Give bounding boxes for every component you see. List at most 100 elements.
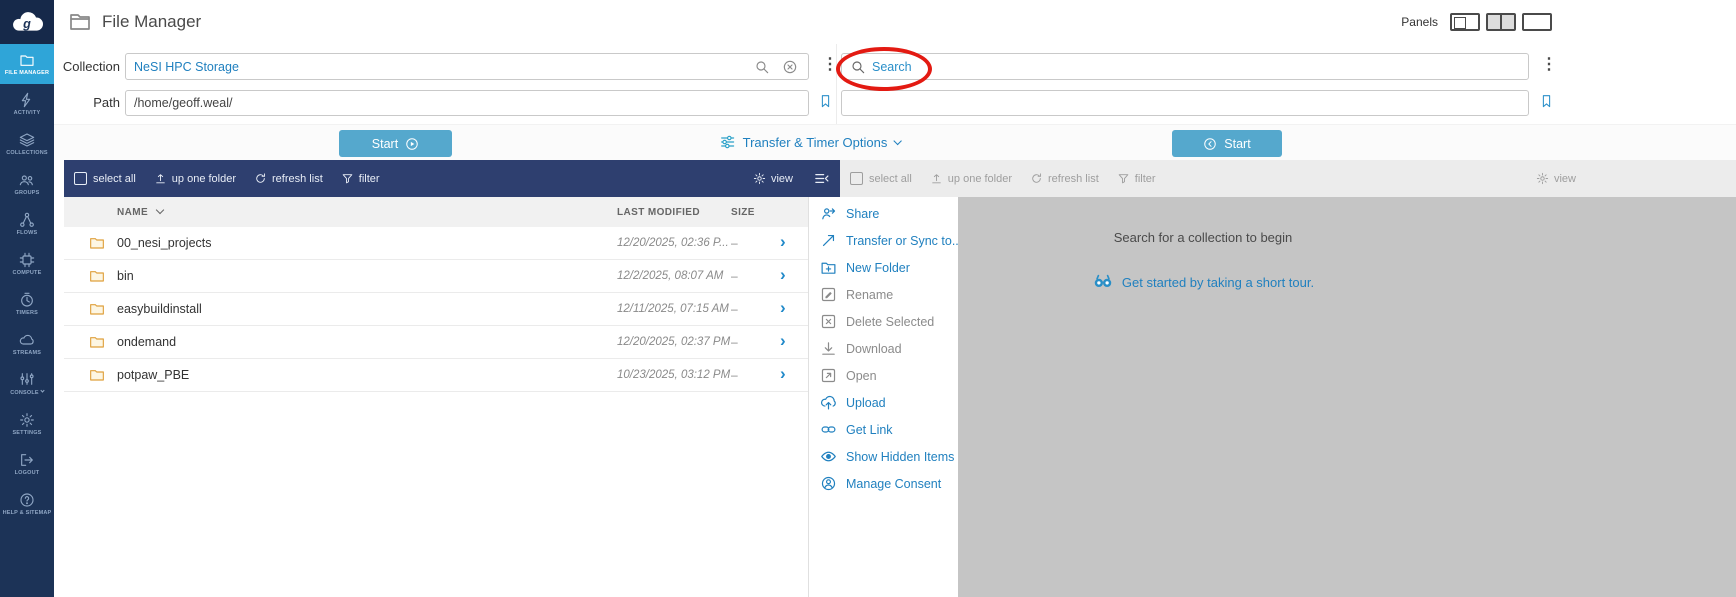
table-row[interactable]: bin 12/2/2025, 08:07 AM – ›: [64, 260, 808, 293]
upload-menu-item[interactable]: Upload: [809, 389, 958, 416]
name-column-header[interactable]: NAME: [117, 207, 148, 218]
consent-icon: [821, 476, 836, 491]
panel-layout-single-button[interactable]: [1450, 13, 1480, 31]
start-transfer-left-button[interactable]: Start: [339, 130, 452, 157]
size-column-header[interactable]: SIZE: [731, 207, 755, 218]
search-input[interactable]: [841, 53, 1529, 80]
manage-consent-menu-item[interactable]: Manage Consent: [809, 470, 958, 497]
folder-icon: [90, 271, 104, 282]
file-name[interactable]: potpaw_PBE: [117, 368, 189, 382]
filter-button[interactable]: filter: [1117, 172, 1156, 185]
share-menu-item[interactable]: Share: [809, 200, 958, 227]
link-icon: [821, 426, 836, 433]
globus-logo-icon[interactable]: g: [0, 0, 54, 44]
sidebar-item-compute[interactable]: COMPUTE: [0, 244, 54, 284]
table-row[interactable]: potpaw_PBE 10/23/2025, 03:12 PM – ›: [64, 359, 808, 392]
file-size: –: [731, 302, 738, 316]
path-input[interactable]: [125, 90, 809, 116]
search-icon[interactable]: [850, 59, 866, 75]
open-menu-item[interactable]: Open: [809, 362, 958, 389]
transfer-or-sync-menu-item[interactable]: Transfer or Sync to...: [809, 227, 962, 254]
clear-collection-icon[interactable]: [782, 59, 798, 75]
sidebar-item-label: LOGOUT: [14, 469, 40, 476]
tour-link[interactable]: Get started by taking a short tour.: [1122, 275, 1314, 290]
path-label: Path: [93, 95, 120, 110]
select-all-label[interactable]: select all: [869, 173, 912, 185]
filter-button[interactable]: filter: [341, 172, 380, 185]
panel-toolbars: select all up one folder refresh list fi…: [54, 160, 1736, 197]
folder-icon: [90, 337, 104, 348]
file-name[interactable]: easybuildinstall: [117, 302, 202, 316]
sidebar-item-activity[interactable]: ACTIVITY: [0, 84, 54, 124]
modified-column-header[interactable]: LAST MODIFIED: [617, 207, 700, 218]
flows-icon: [20, 212, 34, 227]
chevron-down-icon: [40, 388, 45, 393]
table-row[interactable]: easybuildinstall 12/11/2025, 07:15 AM – …: [64, 293, 808, 326]
chevron-right-icon[interactable]: ›: [780, 232, 786, 252]
sort-chevron-icon[interactable]: [155, 205, 165, 215]
collections-icon: [19, 132, 35, 147]
file-name[interactable]: ondemand: [117, 335, 176, 349]
select-all-label[interactable]: select all: [93, 173, 136, 185]
delete-selected-menu-item[interactable]: Delete Selected: [809, 308, 958, 335]
refresh-list-button[interactable]: refresh list: [254, 172, 323, 185]
view-button[interactable]: view: [1536, 172, 1576, 185]
sidebar-item-settings[interactable]: SETTINGS: [0, 404, 54, 444]
panels-label: Panels: [1401, 15, 1438, 29]
table-header: NAME LAST MODIFIED SIZE: [64, 197, 808, 227]
collapse-panel-icon[interactable]: [813, 170, 830, 187]
sidebar-item-streams[interactable]: STREAMS: [0, 324, 54, 364]
panel-content: NAME LAST MODIFIED SIZE 00_nesi_projects…: [54, 197, 1736, 597]
collection-input[interactable]: [125, 53, 809, 80]
sidebar-item-console[interactable]: CONSOLE: [0, 364, 54, 404]
path-input-right[interactable]: [841, 90, 1529, 116]
up-one-folder-button[interactable]: up one folder: [154, 172, 236, 185]
bookmark-icon[interactable]: [1539, 92, 1554, 110]
show-hidden-items-menu-item[interactable]: Show Hidden Items: [809, 443, 958, 470]
upload-icon: [820, 395, 836, 410]
select-all-checkbox[interactable]: [850, 172, 863, 185]
start-transfer-right-button[interactable]: Start: [1172, 130, 1282, 157]
rename-icon: [821, 287, 836, 302]
get-link-menu-item[interactable]: Get Link: [809, 416, 958, 443]
table-row[interactable]: 00_nesi_projects 12/20/2025, 02:36 P... …: [64, 227, 808, 260]
left-collection-controls: Collection ⋮ Path: [54, 44, 838, 124]
panel-layout-split-button[interactable]: [1486, 13, 1516, 31]
tour-icon: [1094, 274, 1112, 288]
timers-icon: [21, 292, 33, 307]
sidebar-item-label: ACTIVITY: [13, 109, 41, 116]
folder-icon: [90, 370, 104, 381]
file-name[interactable]: bin: [117, 269, 134, 283]
search-icon[interactable]: [754, 59, 770, 75]
select-all-checkbox[interactable]: [74, 172, 87, 185]
chevron-right-icon[interactable]: ›: [780, 298, 786, 318]
view-button[interactable]: view: [753, 172, 793, 185]
chevron-down-icon: [893, 136, 902, 145]
bookmark-icon[interactable]: [818, 92, 833, 110]
up-one-folder-icon: [156, 174, 165, 184]
sidebar-item-label: FLOWS: [16, 229, 38, 236]
collection-options-menu-icon[interactable]: ⋮: [1541, 57, 1557, 73]
chevron-right-icon[interactable]: ›: [780, 364, 786, 384]
table-row[interactable]: ondemand 12/20/2025, 02:37 PM – ›: [64, 326, 808, 359]
sidebar-item-help-sitemap[interactable]: HELP & SITEMAP: [0, 484, 54, 524]
up-one-folder-button[interactable]: up one folder: [930, 172, 1012, 185]
rename-menu-item[interactable]: Rename: [809, 281, 958, 308]
chevron-right-icon[interactable]: ›: [780, 331, 786, 351]
transfer-timer-options-button[interactable]: Transfer & Timer Options: [720, 134, 902, 150]
sidebar-item-logout[interactable]: LOGOUT: [0, 444, 54, 484]
new-folder-menu-item[interactable]: New Folder: [809, 254, 958, 281]
sidebar-item-file-manager[interactable]: FILE MANAGER: [0, 44, 54, 84]
arrow-left-circle-icon: [1204, 137, 1217, 150]
sidebar-item-timers[interactable]: TIMERS: [0, 284, 54, 324]
sidebar-item-flows[interactable]: FLOWS: [0, 204, 54, 244]
panel-layout-full-button[interactable]: [1522, 13, 1552, 31]
sidebar-item-groups[interactable]: GROUPS: [0, 164, 54, 204]
refresh-list-button[interactable]: refresh list: [1030, 172, 1099, 185]
download-menu-item[interactable]: Download: [809, 335, 958, 362]
sidebar-item-collections[interactable]: COLLECTIONS: [0, 124, 54, 164]
chevron-right-icon[interactable]: ›: [780, 265, 786, 285]
filter-icon: [342, 174, 353, 184]
file-name[interactable]: 00_nesi_projects: [117, 236, 212, 250]
eye-icon: [821, 451, 836, 462]
